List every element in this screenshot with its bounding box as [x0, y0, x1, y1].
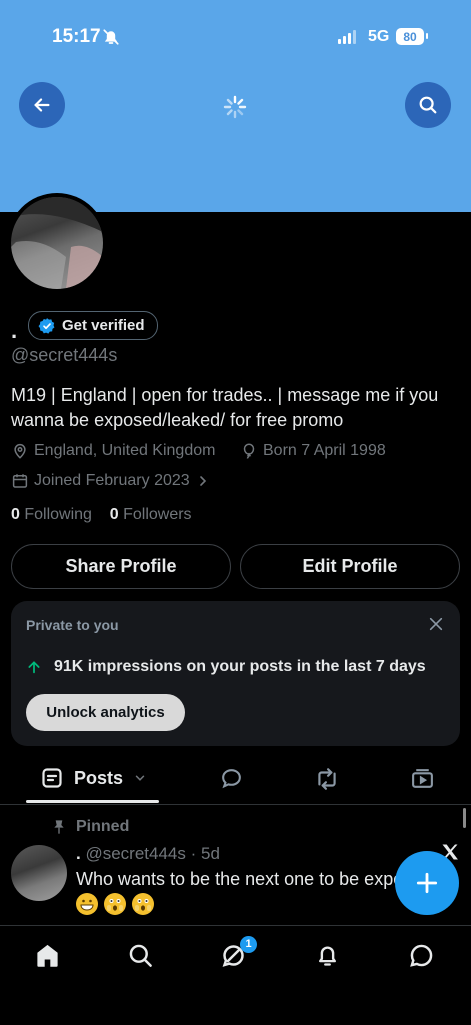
born-text: Born 7 April 1998	[263, 442, 386, 459]
post-header: . @secret444s · 5d	[76, 844, 220, 864]
post-handle-time: @secret444s · 5d	[85, 844, 220, 863]
tab-posts-label: Posts	[74, 767, 124, 788]
silent-mode-icon	[102, 28, 120, 51]
scrollbar[interactable]	[463, 808, 466, 828]
get-verified-button[interactable]: Get verified	[28, 311, 158, 340]
followers-link[interactable]: 0 Followers	[110, 506, 192, 523]
profile-joined[interactable]: Joined February 2023	[11, 472, 211, 490]
card-title: Private to you	[26, 617, 119, 633]
avatar-image	[11, 197, 103, 289]
notifications-icon	[319, 946, 336, 966]
impressions-stat: 91K impressions on your posts in the las…	[26, 658, 426, 676]
chevron-right-icon	[199, 476, 206, 486]
tab-reposts[interactable]	[314, 766, 340, 797]
unlock-analytics-button[interactable]: Unlock analytics	[26, 694, 185, 731]
nav-messages[interactable]	[408, 942, 435, 974]
search-icon	[419, 96, 437, 114]
profile-tabs: Posts	[0, 756, 471, 805]
tab-media[interactable]	[410, 766, 435, 796]
joined-text: Joined February 2023	[34, 472, 190, 489]
profile-location: England, United Kingdom	[11, 442, 215, 460]
display-name: .	[11, 318, 18, 343]
status-time: 15:17	[52, 26, 101, 47]
followers-count: 0	[109, 506, 119, 523]
arrow-left-icon	[34, 98, 50, 112]
profile-bio: M19 | England | open for trades.. | mess…	[11, 385, 439, 430]
bottom-nav	[0, 925, 471, 1025]
close-card-button[interactable]	[428, 616, 444, 637]
balloon-icon	[243, 443, 255, 459]
astonished-face-icon	[132, 893, 154, 915]
post-emojis	[76, 893, 154, 915]
grinning-face-icon	[76, 893, 98, 915]
network-type: 5G	[368, 28, 390, 45]
battery-tip	[426, 33, 428, 39]
following-label: Following	[24, 506, 92, 523]
tab-posts[interactable]: Posts	[40, 766, 147, 790]
get-verified-label: Get verified	[62, 317, 145, 334]
loading-spinner-icon	[223, 95, 247, 124]
battery-icon: 80	[396, 28, 424, 45]
nav-search[interactable]	[127, 942, 154, 974]
calendar-icon	[12, 474, 28, 488]
profile-avatar[interactable]	[7, 193, 107, 293]
analytics-card: Private to you 91K impressions on your p…	[11, 601, 460, 746]
search-button[interactable]	[405, 82, 451, 128]
search-icon	[129, 944, 152, 967]
replies-icon	[222, 769, 241, 789]
arrow-up-icon	[28, 661, 40, 674]
close-icon	[429, 617, 443, 631]
share-profile-button[interactable]: Share Profile	[11, 544, 231, 589]
post-author-avatar[interactable]	[11, 845, 67, 901]
following-count: 0	[11, 506, 20, 523]
edit-profile-button[interactable]: Edit Profile	[240, 544, 460, 589]
profile-handle: @secret444s	[11, 345, 118, 365]
reposts-icon	[318, 768, 336, 790]
post-author-name[interactable]: .	[76, 844, 81, 863]
signal-icon	[338, 30, 356, 44]
verified-badge-icon	[38, 317, 55, 334]
notification-badge: 1	[240, 936, 257, 953]
compose-post-button[interactable]	[395, 851, 459, 915]
profile-birthdate: Born 7 April 1998	[240, 442, 386, 460]
plus-icon	[416, 872, 438, 894]
impressions-text: 91K impressions on your posts in the las…	[54, 658, 426, 675]
messages-icon	[410, 944, 433, 967]
back-button[interactable]	[19, 82, 65, 128]
nav-home[interactable]	[34, 942, 61, 974]
astonished-face-icon	[104, 893, 126, 915]
location-text: England, United Kingdom	[34, 442, 216, 459]
followers-label: Followers	[123, 506, 192, 523]
tab-replies[interactable]	[219, 766, 244, 796]
follow-counts: 0 Following 0 Followers	[11, 506, 192, 524]
nav-notifications[interactable]	[314, 942, 341, 974]
home-icon	[37, 944, 58, 967]
posts-icon	[42, 768, 62, 788]
active-tab-indicator	[26, 800, 159, 803]
pin-icon	[54, 820, 64, 834]
media-icon	[412, 769, 433, 788]
location-pin-icon	[14, 443, 26, 459]
pinned-indicator: Pinned	[52, 818, 129, 836]
pinned-label: Pinned	[76, 818, 130, 835]
following-link[interactable]: 0 Following	[11, 506, 92, 523]
chevron-down-icon	[135, 775, 145, 781]
